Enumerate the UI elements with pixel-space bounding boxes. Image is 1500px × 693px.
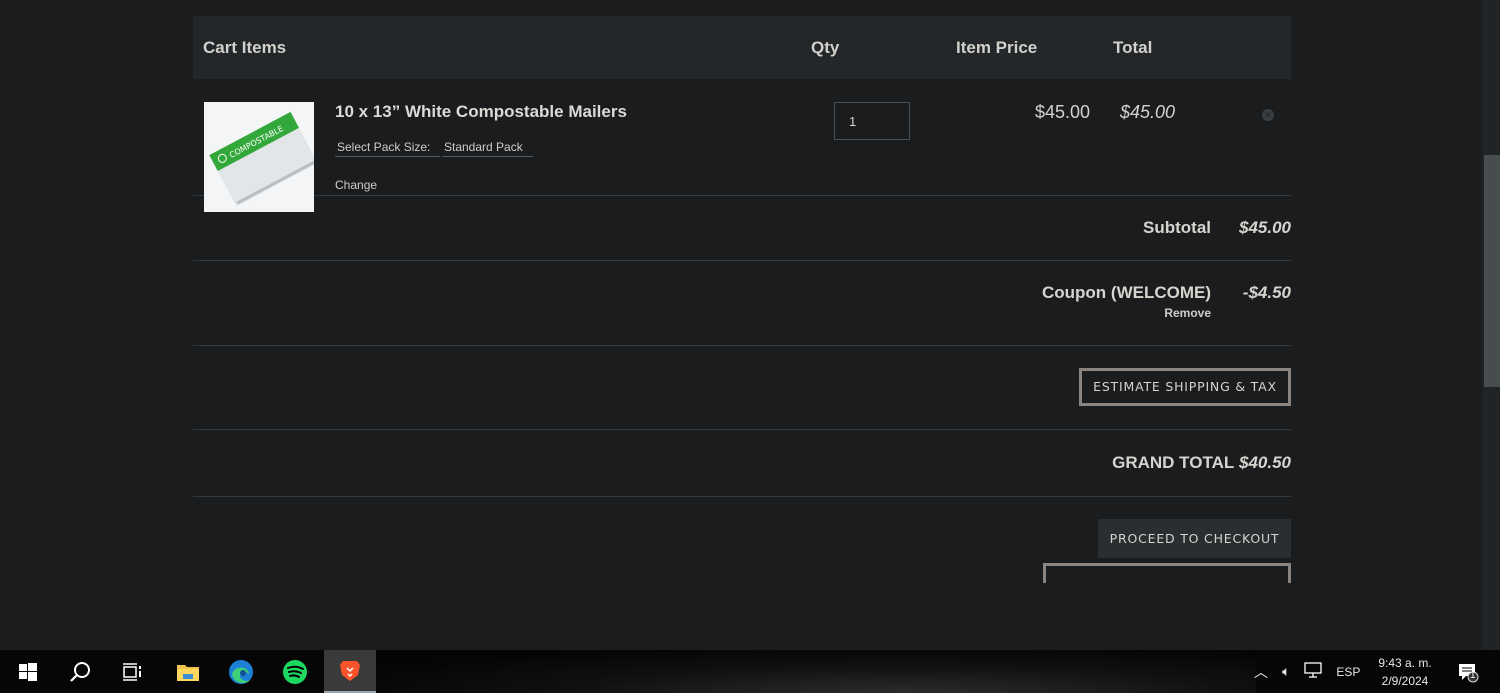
scrollbar-thumb[interactable]: [1484, 155, 1500, 387]
estimate-shipping-button[interactable]: ESTIMATE SHIPPING & TAX: [1079, 368, 1291, 406]
item-price: $45.00: [1034, 102, 1090, 122]
product-title[interactable]: 10 x 13” White Compostable Mailers: [335, 102, 627, 122]
subtotal-row: Subtotal $45.00: [193, 196, 1291, 261]
windows-taskbar: ︿ 🔈︎ ESP 9:43 a. m. 2/9/2024 1: [0, 650, 1500, 693]
pack-size-label: Select Pack Size:: [335, 140, 441, 157]
subtotal-label: Subtotal: [1143, 218, 1211, 237]
change-link[interactable]: Change: [335, 178, 377, 192]
coupon-value: -$4.50: [1242, 283, 1291, 302]
clock-date: 2/9/2024: [1381, 674, 1429, 688]
page-scrollbar[interactable]: [1482, 0, 1500, 650]
coupon-row: Coupon (WELCOME) -$4.50 Remove: [193, 261, 1291, 346]
proceed-to-checkout-button[interactable]: PROCEED TO CHECKOUT: [1098, 519, 1291, 558]
secondary-button-partial[interactable]: [1043, 563, 1291, 583]
grand-total-label: GRAND TOTAL: [1112, 453, 1235, 472]
clock[interactable]: 9:43 a. m. 2/9/2024: [1366, 654, 1444, 690]
notification-count: 1: [1470, 670, 1476, 681]
volume-icon[interactable]: 🔈︎: [1282, 663, 1290, 680]
grand-total: GRAND TOTAL $40.50: [1112, 453, 1291, 473]
remove-coupon-link[interactable]: Remove: [1164, 306, 1211, 320]
subtotal-value: $45.00: [1239, 218, 1291, 237]
close-circle-icon[interactable]: ✕: [1262, 109, 1274, 121]
system-tray: ︿ 🔈︎ ESP: [1254, 650, 1360, 693]
pack-size-value: Standard Pack: [442, 140, 533, 157]
line-total: $45.00: [1119, 102, 1175, 122]
start-icon[interactable]: [2, 650, 54, 693]
chevron-up-icon[interactable]: ︿: [1254, 662, 1268, 682]
grand-total-row: GRAND TOTAL $40.50: [193, 430, 1291, 497]
brave-icon[interactable]: [324, 650, 376, 693]
search-icon[interactable]: [54, 650, 106, 693]
notification-center-icon[interactable]: 1: [1442, 650, 1494, 693]
network-icon[interactable]: [1304, 662, 1323, 681]
cart-item-row: COMPOSTABLE 10 x 13” White Compostable M…: [193, 16, 1291, 212]
edge-icon[interactable]: [215, 650, 267, 693]
cart-table: Cart Items Qty Item Price Total COMPOSTA…: [193, 16, 1291, 583]
spotify-icon[interactable]: [269, 650, 321, 693]
language-indicator[interactable]: ESP: [1336, 665, 1360, 679]
task-view-icon[interactable]: [106, 650, 158, 693]
clock-time: 9:43 a. m.: [1378, 656, 1432, 670]
grand-total-value: $40.50: [1239, 453, 1291, 472]
quantity-input[interactable]: [834, 102, 910, 140]
checkout-row: PROCEED TO CHECKOUT: [193, 497, 1291, 583]
file-explorer-icon[interactable]: [162, 650, 214, 693]
coupon-label: Coupon (WELCOME): [1041, 283, 1211, 302]
desktop-wallpaper: [376, 650, 1256, 693]
estimate-row: ESTIMATE SHIPPING & TAX: [193, 346, 1291, 430]
cart-page: Cart Items Qty Item Price Total COMPOSTA…: [0, 0, 1482, 650]
